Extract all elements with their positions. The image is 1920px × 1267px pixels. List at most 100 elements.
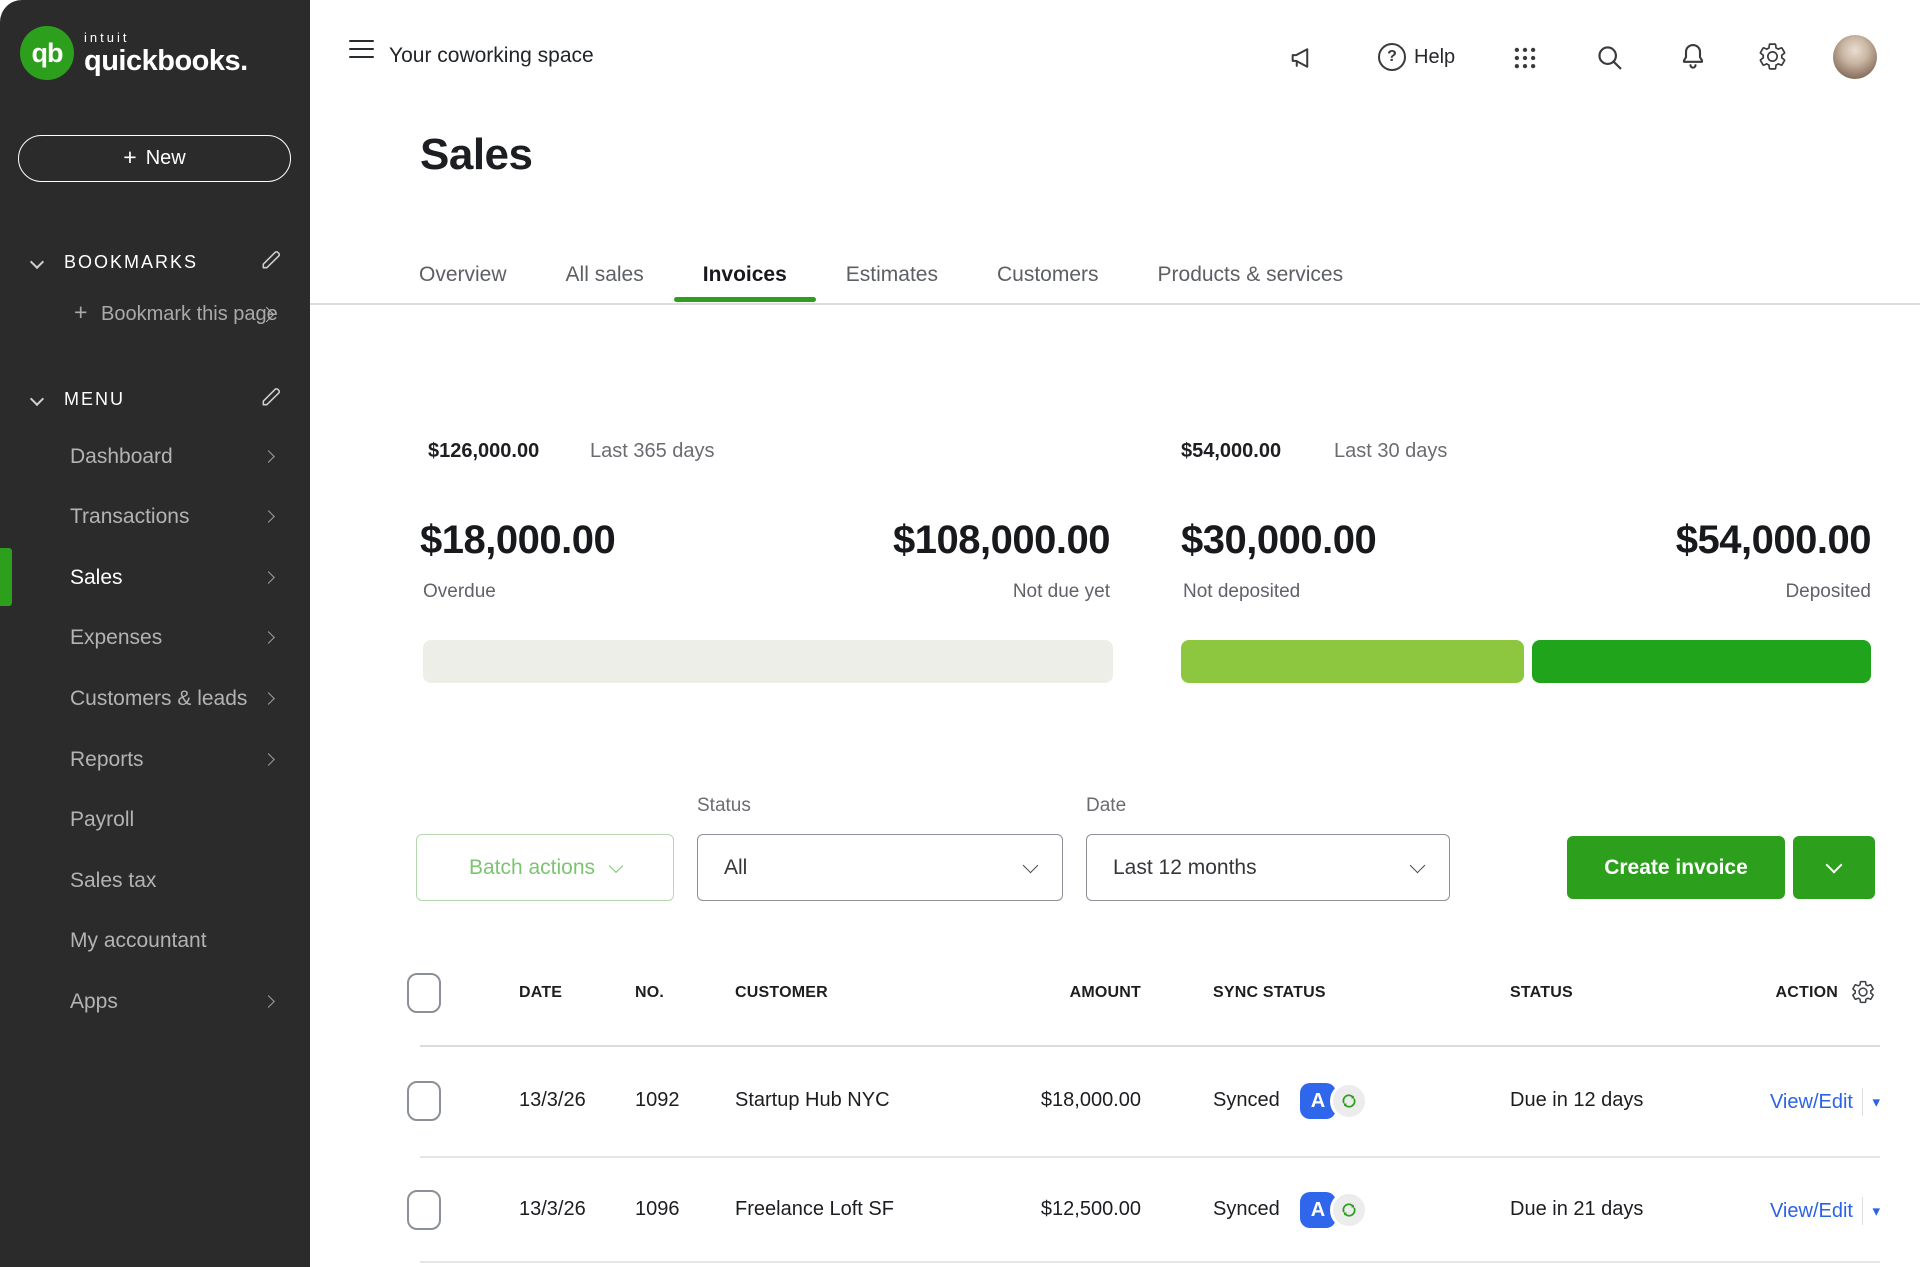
not-due-amount: $108,000.00 [700, 518, 1110, 563]
apps-grid-icon[interactable] [1512, 45, 1538, 76]
chevron-down-icon [30, 255, 44, 269]
sidebar-item-customers-leads[interactable]: Customers & leads [0, 669, 310, 729]
batch-actions-dropdown[interactable]: Batch actions [416, 834, 674, 901]
column-header-date[interactable]: DATE [519, 984, 562, 1002]
action-separator [1862, 1088, 1864, 1116]
sidebar-item-payroll[interactable]: Payroll [0, 790, 310, 850]
tab-estimates[interactable]: Estimates [846, 246, 938, 304]
date-filter-value: Last 12 months [1113, 856, 1257, 880]
batch-actions-label: Batch actions [469, 856, 595, 880]
invoices-period: Last 365 days [590, 440, 715, 463]
row-actions-dropdown-icon[interactable]: ▾ [1872, 1202, 1880, 1220]
bookmarks-section-header[interactable]: BOOKMARKS [0, 247, 310, 277]
date-filter-select[interactable]: Last 12 months [1086, 834, 1450, 901]
cell-sync-status: Synced [1213, 1089, 1280, 1112]
page-title: Sales [420, 130, 532, 180]
chevron-right-icon [264, 448, 273, 466]
column-header-sync-status[interactable]: SYNC STATUS [1213, 984, 1326, 1002]
sidebar-item-transactions[interactable]: Transactions [0, 487, 310, 547]
sidebar-item-label: Apps [70, 990, 118, 1014]
tab-overview[interactable]: Overview [419, 246, 507, 304]
help-label[interactable]: Help [1414, 46, 1455, 69]
cell-status: Due in 12 days [1510, 1089, 1643, 1112]
tab-products-services[interactable]: Products & services [1158, 246, 1344, 304]
sidebar-item-apps[interactable]: Apps [0, 972, 310, 1032]
intuit-label: intuit [84, 31, 248, 44]
view-edit-link[interactable]: View/Edit [1770, 1091, 1853, 1114]
new-button[interactable]: + New [18, 135, 291, 182]
view-edit-link[interactable]: View/Edit [1770, 1200, 1853, 1223]
chevron-right-icon [264, 508, 273, 526]
sidebar-item-dashboard[interactable]: Dashboard [0, 427, 310, 487]
edit-bookmarks-pencil-icon[interactable] [260, 249, 282, 276]
create-invoice-dropdown-button[interactable] [1793, 836, 1875, 899]
not-deposited-amount: $30,000.00 [1181, 518, 1376, 563]
deposited-amount: $54,000.00 [1500, 518, 1871, 563]
chevron-right-icon [264, 569, 273, 587]
tab-all-sales[interactable]: All sales [566, 246, 644, 304]
bookmark-this-page-label: Bookmark this page [101, 303, 278, 326]
menu-label: MENU [64, 389, 125, 410]
invoices-total: $126,000.00 [428, 440, 539, 463]
row-checkbox[interactable] [407, 1190, 441, 1230]
sales-tabs: Overview All sales Invoices Estimates Cu… [419, 246, 1343, 304]
chevron-right-icon [264, 993, 273, 1011]
status-filter-select[interactable]: All [697, 834, 1063, 901]
tab-invoices[interactable]: Invoices [703, 246, 787, 304]
date-filter-label: Date [1086, 795, 1126, 817]
select-all-checkbox[interactable] [407, 973, 441, 1013]
help-icon[interactable]: ? [1378, 43, 1406, 71]
quickbooks-app: qb intuit quickbooks. + New BOOKMARKS + … [0, 0, 1920, 1267]
sidebar-item-sales[interactable]: Sales [0, 548, 310, 608]
chevron-down-icon [1826, 857, 1843, 874]
logo-monogram: qb [32, 38, 63, 69]
settings-gear-icon[interactable] [1757, 41, 1788, 77]
invoices-progress-bar[interactable] [423, 640, 1113, 683]
bookmark-this-page[interactable]: + Bookmark this page [0, 295, 310, 335]
sidebar-collapse-chevron-icon[interactable] [261, 307, 272, 325]
user-avatar[interactable] [1833, 35, 1877, 79]
cell-date: 13/3/26 [519, 1198, 586, 1221]
hamburger-menu-icon[interactable] [349, 40, 374, 58]
announcements-megaphone-icon[interactable] [1288, 44, 1316, 77]
not-due-label: Not due yet [700, 581, 1110, 603]
quickbooks-logo[interactable]: qb intuit quickbooks. [20, 26, 248, 80]
column-header-no[interactable]: NO. [635, 984, 664, 1002]
quickbooks-logo-icon: qb [20, 26, 74, 80]
cell-status: Due in 21 days [1510, 1198, 1643, 1221]
chevron-down-icon [609, 858, 623, 872]
table-header-divider [420, 1045, 1880, 1047]
notifications-bell-icon[interactable] [1678, 41, 1708, 76]
overdue-amount: $18,000.00 [420, 518, 615, 563]
deposited-label: Deposited [1500, 581, 1871, 603]
edit-menu-pencil-icon[interactable] [260, 386, 282, 413]
not-deposited-bar[interactable] [1181, 640, 1524, 683]
row-checkbox[interactable] [407, 1081, 441, 1121]
sidebar-item-label: Sales [70, 566, 123, 590]
column-header-customer[interactable]: CUSTOMER [735, 984, 828, 1002]
tab-customers[interactable]: Customers [997, 246, 1099, 304]
cell-customer: Freelance Loft SF [735, 1198, 894, 1221]
row-actions-dropdown-icon[interactable]: ▾ [1872, 1093, 1880, 1111]
cell-date: 13/3/26 [519, 1089, 586, 1112]
sidebar: qb intuit quickbooks. + New BOOKMARKS + … [0, 0, 310, 1267]
payments-total: $54,000.00 [1181, 440, 1281, 463]
menu-section-header[interactable]: MENU [0, 384, 310, 414]
table-settings-gear-icon[interactable] [1850, 979, 1876, 1010]
column-header-amount[interactable]: AMOUNT [991, 984, 1141, 1002]
column-header-action[interactable]: ACTION [1738, 984, 1838, 1002]
company-name[interactable]: Your coworking space [389, 44, 594, 68]
cell-customer: Startup Hub NYC [735, 1089, 890, 1112]
column-header-status[interactable]: STATUS [1510, 984, 1573, 1002]
chevron-right-icon [264, 629, 273, 647]
create-invoice-button[interactable]: Create invoice [1567, 836, 1785, 899]
sync-refresh-icon [1330, 1191, 1368, 1229]
sidebar-item-reports[interactable]: Reports [0, 730, 310, 790]
sidebar-item-sales-tax[interactable]: Sales tax [0, 851, 310, 911]
deposited-bar[interactable] [1532, 640, 1871, 683]
search-icon[interactable] [1595, 43, 1624, 77]
chevron-right-icon [264, 751, 273, 769]
cell-no: 1096 [635, 1198, 680, 1221]
sidebar-item-expenses[interactable]: Expenses [0, 608, 310, 668]
sidebar-item-my-accountant[interactable]: My accountant [0, 911, 310, 971]
